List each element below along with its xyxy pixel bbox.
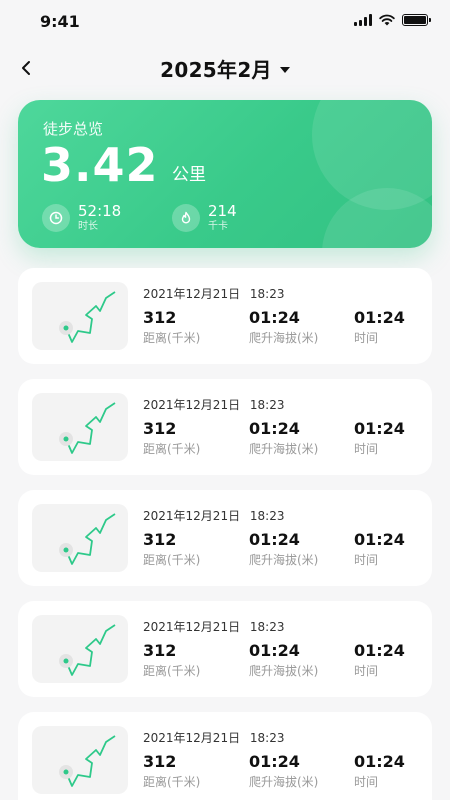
time-value: 01:24 <box>354 641 405 660</box>
header: 2025年2月 <box>0 48 450 88</box>
caret-down-icon <box>279 66 290 73</box>
month-selector[interactable]: 2025年2月 <box>0 54 450 83</box>
record-date: 2021年12月21日 18:23 <box>143 398 285 412</box>
time-label: 时间 <box>354 331 379 345</box>
page-title: 2025年2月 <box>160 58 272 82</box>
route-map-thumbnail <box>32 726 128 794</box>
climb-label: 爬升海拔(米) <box>249 442 319 456</box>
time-value: 01:24 <box>354 752 405 771</box>
status-icons <box>354 14 431 26</box>
summary-label: 徒步总览 <box>43 120 104 138</box>
record-card[interactable]: 2021年12月21日 18:23 312 距离(千米) 01:24 爬升海拔(米)… <box>18 490 432 586</box>
distance-value: 312 <box>143 641 177 660</box>
climb-label: 爬升海拔(米) <box>249 664 319 678</box>
time-label: 时间 <box>354 664 379 678</box>
record-date: 2021年12月21日 18:23 <box>143 731 285 745</box>
record-date: 2021年12月21日 18:23 <box>143 287 285 301</box>
calories-label: 千卡 <box>208 221 228 232</box>
climb-label: 爬升海拔(米) <box>249 331 319 345</box>
climb-value: 01:24 <box>249 641 300 660</box>
climb-value: 01:24 <box>249 530 300 549</box>
route-map-thumbnail <box>32 393 128 461</box>
climb-label: 爬升海拔(米) <box>249 553 319 567</box>
route-map-thumbnail <box>32 504 128 572</box>
record-card[interactable]: 2021年12月21日 18:23 312 距离(千米) 01:24 爬升海拔(米)… <box>18 379 432 475</box>
status-bar: 9:41 <box>0 0 450 44</box>
distance-label: 距离(千米) <box>143 553 201 567</box>
climb-value: 01:24 <box>249 419 300 438</box>
record-card[interactable]: 2021年12月21日 18:23 312 距离(千米) 01:24 爬升海拔(米)… <box>18 712 432 800</box>
distance-unit: 公里 <box>172 165 206 185</box>
duration-stat: 52:18 时长 <box>42 204 121 232</box>
time-label: 时间 <box>354 775 379 789</box>
time-value: 01:24 <box>354 419 405 438</box>
route-map-thumbnail <box>32 282 128 350</box>
time-label: 时间 <box>354 442 379 456</box>
record-card[interactable]: 2021年12月21日 18:23 312 距离(千米) 01:24 爬升海拔(米)… <box>18 601 432 697</box>
distance-value: 312 <box>143 752 177 771</box>
signal-icon <box>354 14 372 26</box>
route-map-thumbnail <box>32 615 128 683</box>
flame-icon <box>172 204 200 232</box>
summary-card: 徒步总览 3.42 公里 52:18 时长 214 千卡 <box>18 100 432 248</box>
time-value: 01:24 <box>354 530 405 549</box>
duration-label: 时长 <box>78 221 98 232</box>
distance-value: 312 <box>143 530 177 549</box>
total-distance: 3.42 <box>41 138 159 192</box>
distance-label: 距离(千米) <box>143 331 201 345</box>
distance-label: 距离(千米) <box>143 775 201 789</box>
record-date: 2021年12月21日 18:23 <box>143 620 285 634</box>
calories-stat: 214 千卡 <box>172 204 237 232</box>
climb-label: 爬升海拔(米) <box>249 775 319 789</box>
distance-value: 312 <box>143 308 177 327</box>
status-time: 9:41 <box>40 12 80 31</box>
wifi-icon <box>379 14 395 26</box>
clock-icon <box>42 204 70 232</box>
duration-value: 52:18 <box>78 202 122 220</box>
time-label: 时间 <box>354 553 379 567</box>
record-card[interactable]: 2021年12月21日 18:23 312 距离(千米) 01:24 爬升海拔(米)… <box>18 268 432 364</box>
climb-value: 01:24 <box>249 308 300 327</box>
time-value: 01:24 <box>354 308 405 327</box>
distance-label: 距离(千米) <box>143 442 201 456</box>
record-date: 2021年12月21日 18:23 <box>143 509 285 523</box>
distance-label: 距离(千米) <box>143 664 201 678</box>
calories-value: 214 <box>208 202 237 220</box>
battery-icon <box>402 14 431 26</box>
distance-value: 312 <box>143 419 177 438</box>
climb-value: 01:24 <box>249 752 300 771</box>
